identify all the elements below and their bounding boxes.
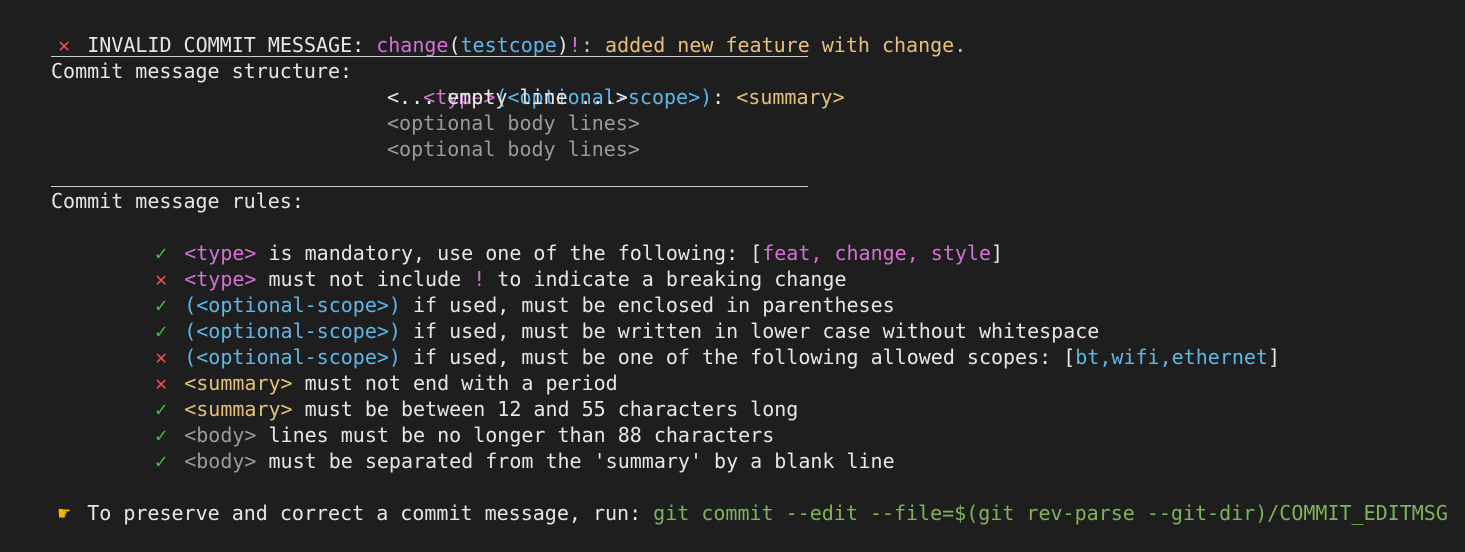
rule-allowed-scopes: bt,wifi,ethernet [1075, 345, 1268, 369]
structure-summary-token: <summary> [736, 85, 845, 109]
header-type: change [376, 33, 449, 57]
structure-title: Commit message structure: [51, 59, 353, 83]
rule-item: ✓ <type> is mandatory, use one of the fo… [102, 214, 1003, 265]
header-bang: ! [568, 33, 581, 57]
rule-token: <body> [184, 449, 257, 473]
separator [51, 56, 808, 57]
header-scope: testcope [460, 33, 557, 57]
rule-item: ✓ (<optional-scope>) if used, must be en… [102, 266, 895, 317]
structure-body-line: <optional body lines> [387, 137, 640, 161]
cross-icon: ✕ [58, 33, 71, 57]
rule-list-close: ] [990, 241, 1004, 265]
separator [51, 186, 808, 187]
structure-empty-line: <... empty line ...> [387, 85, 628, 109]
error-header: ✕ INVALID COMMIT MESSAGE: change(testcop… [5, 6, 966, 57]
pointing-hand-icon: ☛ [58, 501, 71, 525]
header-summary: added new feature with change. [605, 33, 967, 57]
footer-hint: ☛ To preserve and correct a commit messa… [5, 474, 1448, 525]
rule-item: ✓ <body> must be separated from the 'sum… [102, 422, 895, 473]
structure-first-line: <type>(<optional-scope>): <summary> [375, 58, 844, 109]
rule-item: ✓ (<optional-scope>) if used, must be wr… [102, 292, 1099, 343]
terminal-output: ✕ INVALID COMMIT MESSAGE: change(testcop… [0, 0, 1465, 525]
header-scope-close: ) [556, 33, 569, 57]
rule-item: ✕ <summary> must not end with a period [102, 344, 618, 395]
rule-item: ✓ <body> lines must be no longer than 88… [102, 396, 774, 447]
rule-item: ✕ (<optional-scope>) if used, must be on… [102, 318, 1280, 369]
rules-title: Commit message rules: [51, 189, 304, 213]
header-colon: : [580, 33, 593, 57]
check-icon: ✓ [155, 449, 168, 473]
rule-list-close: ] [1267, 345, 1280, 369]
rule-item: ✕ <type> must not include ! to indicate … [102, 240, 846, 291]
rule-text: must be separated from the 'summary' by … [256, 449, 895, 473]
header-scope-open: ( [448, 33, 461, 57]
structure-body-line: <optional body lines> [387, 111, 640, 135]
rule-list-open: [ [1063, 345, 1076, 369]
footer-command[interactable]: git commit --edit --file=$(git rev-parse… [653, 501, 1448, 525]
error-label: INVALID COMMIT MESSAGE: [87, 33, 365, 57]
footer-text: To preserve and correct a commit message… [87, 501, 654, 525]
rule-item: ✓ <summary> must be between 12 and 55 ch… [102, 370, 798, 421]
structure-colon: : [712, 85, 725, 109]
